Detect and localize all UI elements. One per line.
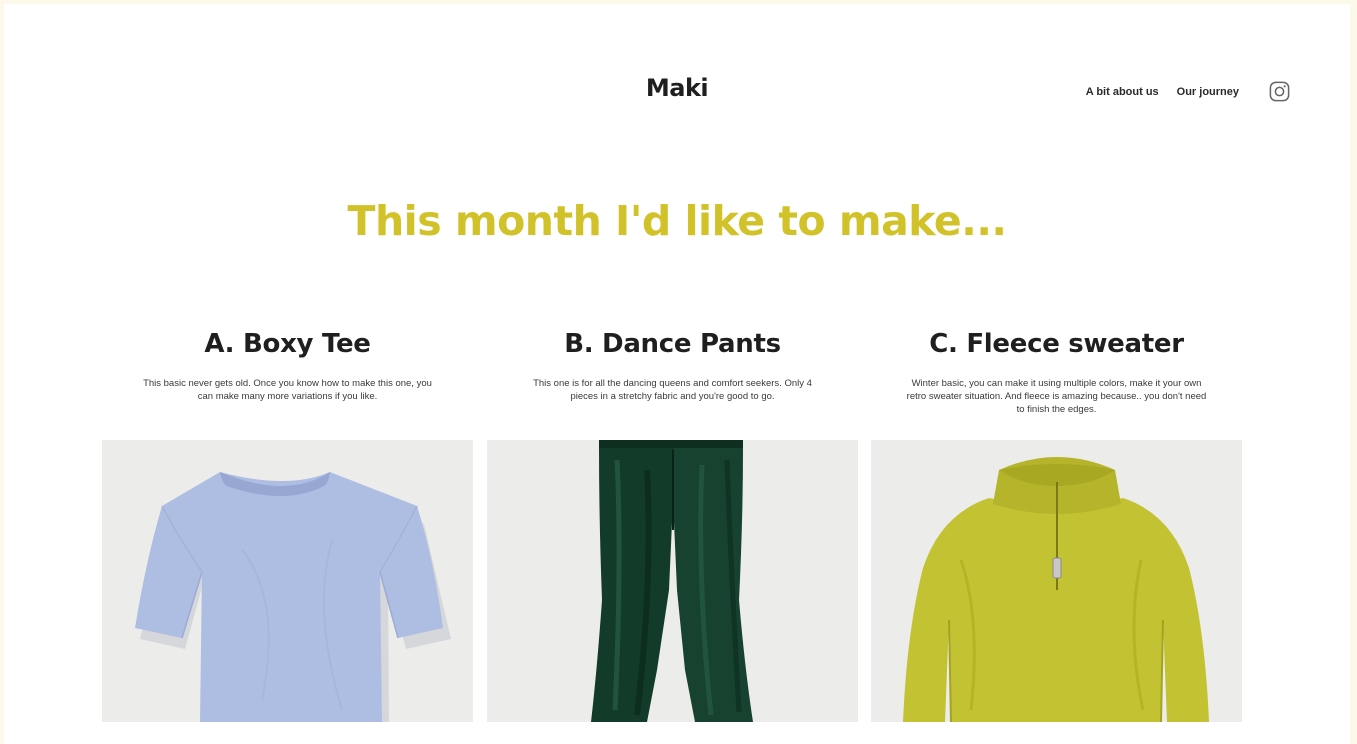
product-image-tee[interactable] [102, 440, 473, 722]
nav-link-journey[interactable]: Our journey [1177, 86, 1239, 98]
product-description: This basic never gets old. Once you know… [143, 378, 432, 402]
top-nav: A bit about us Our journey [1086, 86, 1239, 98]
product-card-fleece-sweater: C. Fleece sweater Winter basic, you can … [871, 326, 1242, 722]
page: Maki A bit about us Our journey This mon… [4, 4, 1350, 744]
product-title: B. Dance Pants [564, 329, 781, 359]
product-description: Winter basic, you can make it using mult… [906, 378, 1207, 415]
page-headline: This month I'd like to make... [347, 197, 1007, 245]
product-title: A. Boxy Tee [204, 329, 371, 359]
instagram-icon[interactable] [1268, 80, 1291, 103]
product-image-pants[interactable] [487, 440, 858, 722]
nav-link-about[interactable]: A bit about us [1086, 86, 1159, 98]
product-card-dance-pants: B. Dance Pants This one is for all the d… [487, 326, 858, 722]
product-title: C. Fleece sweater [929, 329, 1184, 359]
product-card-boxy-tee: A. Boxy Tee This basic never gets old. O… [102, 326, 473, 722]
product-image-sweater[interactable] [871, 440, 1242, 722]
product-description: This one is for all the dancing queens a… [533, 378, 812, 402]
